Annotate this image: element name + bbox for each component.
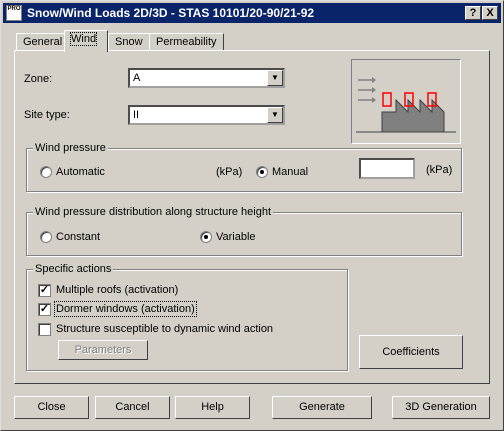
tab-wind-label: Wind [69, 32, 98, 46]
generate-button[interactable]: Generate [272, 396, 372, 419]
close-title-button[interactable]: X [482, 6, 498, 20]
window-title: Snow/Wind Loads 2D/3D - STAS 10101/20-90… [27, 6, 315, 20]
site-type-label: Site type: [24, 109, 70, 121]
manual-pressure-input[interactable] [359, 158, 415, 179]
chevron-down-icon[interactable]: ▼ [267, 70, 283, 86]
title-bar[interactable]: PRO Snow/Wind Loads 2D/3D - STAS 10101/2… [3, 3, 501, 23]
chevron-down-icon[interactable]: ▼ [267, 107, 283, 123]
tab-general[interactable]: General [16, 33, 70, 51]
specific-actions-legend: Specific actions [33, 263, 114, 275]
multi-roof-building-icon [356, 77, 456, 133]
manual-radio[interactable] [256, 166, 268, 178]
3d-generation-button[interactable]: 3D Generation [392, 396, 490, 419]
zone-value: A [133, 72, 141, 84]
wind-pressure-legend: Wind pressure [33, 142, 108, 154]
distribution-legend: Wind pressure distribution along structu… [33, 206, 274, 218]
app-icon: PRO [6, 5, 22, 21]
automatic-unit-label: (kPa) [216, 166, 243, 178]
variable-label[interactable]: Variable [216, 231, 256, 243]
close-button[interactable]: Close [14, 396, 89, 419]
constant-label[interactable]: Constant [56, 231, 100, 243]
automatic-label[interactable]: Automatic [56, 166, 105, 178]
site-type-select[interactable]: II ▼ [128, 105, 285, 125]
cancel-button[interactable]: Cancel [95, 396, 170, 419]
zone-label: Zone: [24, 73, 53, 85]
tab-wind[interactable]: Wind [64, 30, 108, 52]
dormer-windows-label[interactable]: Dormer windows (activation) [54, 301, 197, 317]
constant-radio[interactable] [40, 231, 52, 243]
multiple-roofs-label[interactable]: Multiple roofs (activation) [56, 284, 178, 296]
help-button[interactable]: Help [175, 396, 250, 419]
site-type-value: II [133, 109, 140, 121]
parameters-button[interactable]: Parameters [58, 340, 148, 360]
structure-preview-image [351, 59, 461, 144]
manual-label[interactable]: Manual [272, 166, 308, 178]
manual-unit-label: (kPa) [426, 164, 453, 176]
tab-permeability[interactable]: Permeability [149, 33, 224, 51]
tab-snow[interactable]: Snow [108, 33, 150, 51]
dormer-windows-checkbox[interactable]: ✓ [38, 303, 51, 316]
dynamic-wind-checkbox[interactable] [38, 323, 51, 336]
multiple-roofs-checkbox[interactable]: ✓ [38, 284, 51, 297]
zone-select[interactable]: A ▼ [128, 68, 285, 88]
dynamic-wind-label[interactable]: Structure susceptible to dynamic wind ac… [56, 323, 273, 335]
variable-radio[interactable] [200, 231, 212, 243]
help-title-button[interactable]: ? [465, 6, 481, 20]
coefficients-button[interactable]: Coefficients [359, 335, 463, 369]
automatic-radio[interactable] [40, 166, 52, 178]
